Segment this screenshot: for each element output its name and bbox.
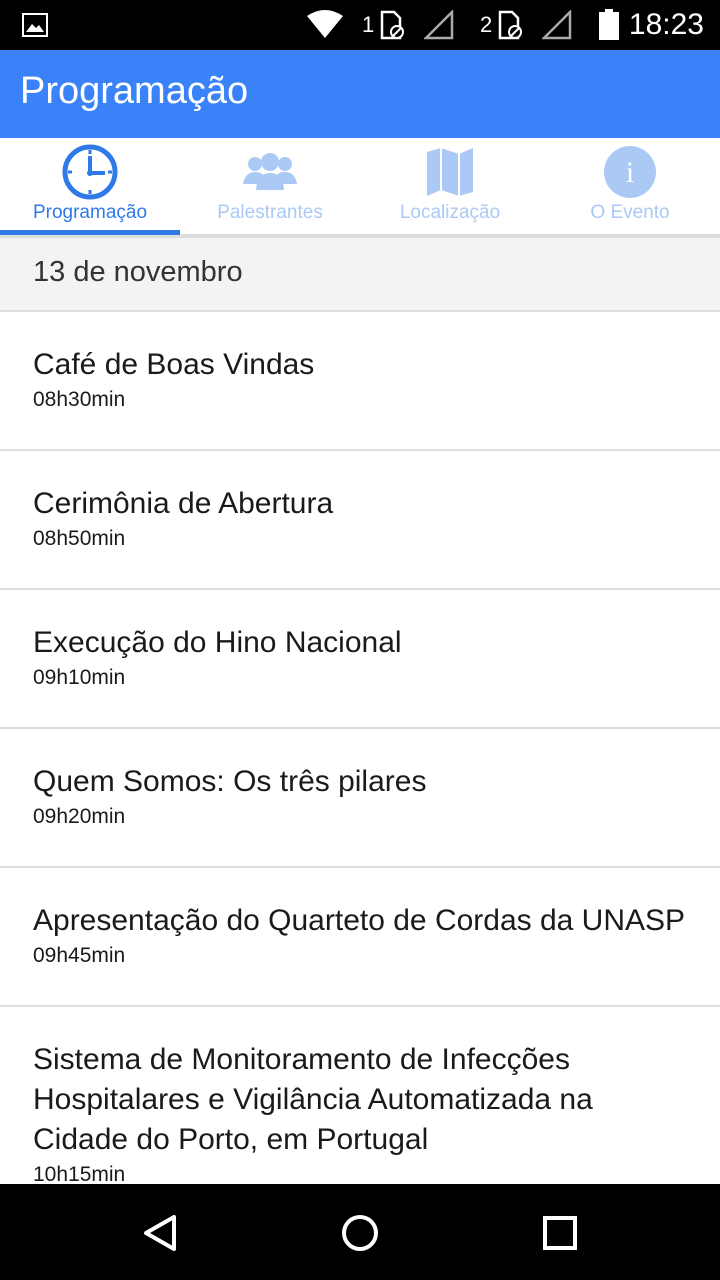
gallery-notification-icon (22, 0, 48, 50)
tab-o-evento[interactable]: i O Evento (540, 138, 720, 234)
recents-square-icon (543, 1216, 577, 1250)
status-bar: 1 2 18:23 (0, 0, 720, 50)
svg-text:i: i (626, 156, 634, 189)
section-date: 13 de novembro (33, 256, 243, 288)
tab-label: Programação (32, 202, 148, 223)
page-title: Programação (20, 70, 249, 112)
app-bar: Programação (0, 50, 720, 138)
list-item[interactable]: Café de Boas Vindas 08h30min (0, 312, 720, 451)
signal1-icon (424, 0, 454, 50)
sim2-label: 2 (480, 12, 493, 37)
map-icon (420, 144, 480, 200)
tab-programacao[interactable]: Programação (0, 138, 180, 234)
item-time: 09h10min (33, 666, 126, 689)
date-section-header: 13 de novembro (0, 238, 720, 312)
home-circle-icon (342, 1215, 378, 1251)
item-time: 10h15min (33, 1163, 126, 1184)
back-button[interactable] (135, 1208, 185, 1258)
signal2-icon (542, 0, 572, 50)
item-title: Café de Boas Vindas (33, 348, 315, 381)
home-button[interactable] (335, 1208, 385, 1258)
tab-label: Localização (399, 202, 501, 223)
item-time: 08h50min (33, 527, 126, 550)
item-time: 08h30min (33, 388, 126, 411)
list-item[interactable]: Sistema de Monitoramento de Infecções Ho… (0, 1007, 720, 1184)
active-tab-indicator (0, 230, 180, 235)
tab-bar: Programação Palestrantes Localização i O… (0, 138, 720, 238)
tab-label: Palestrantes (217, 202, 323, 223)
tab-palestrantes[interactable]: Palestrantes (180, 138, 360, 234)
schedule-list[interactable]: Café de Boas Vindas 08h30min Cerimônia d… (0, 312, 720, 1184)
item-title: Apresentação do Quarteto de Cordas da UN… (33, 904, 686, 937)
list-item[interactable]: Apresentação do Quarteto de Cordas da UN… (0, 868, 720, 1007)
item-time: 09h45min (33, 944, 126, 967)
sim2-no-data-icon (496, 0, 524, 50)
item-time: 09h20min (33, 805, 126, 828)
list-item[interactable]: Execução do Hino Nacional 09h10min (0, 590, 720, 729)
item-title: Sistema de Monitoramento de Infecções Ho… (33, 1043, 593, 1156)
tab-localizacao[interactable]: Localização (360, 138, 540, 234)
back-triangle-icon (144, 1215, 176, 1251)
item-title: Execução do Hino Nacional (33, 626, 402, 659)
list-item[interactable]: Quem Somos: Os três pilares 09h20min (0, 729, 720, 868)
battery-icon (598, 0, 620, 50)
sim1-label: 1 (362, 12, 375, 37)
item-title: Quem Somos: Os três pilares (33, 765, 427, 798)
info-icon: i (600, 144, 660, 200)
wifi-icon (306, 0, 344, 50)
item-title: Cerimônia de Abertura (33, 487, 334, 520)
list-item[interactable]: Cerimônia de Abertura 08h50min (0, 451, 720, 590)
clock-icon (60, 144, 120, 200)
recents-button[interactable] (535, 1208, 585, 1258)
people-icon (240, 144, 300, 200)
sim1-no-data-icon (378, 0, 406, 50)
system-navigation-bar (0, 1184, 720, 1280)
clock-time: 18:23 (628, 8, 704, 41)
tab-label: O Evento (590, 202, 670, 223)
